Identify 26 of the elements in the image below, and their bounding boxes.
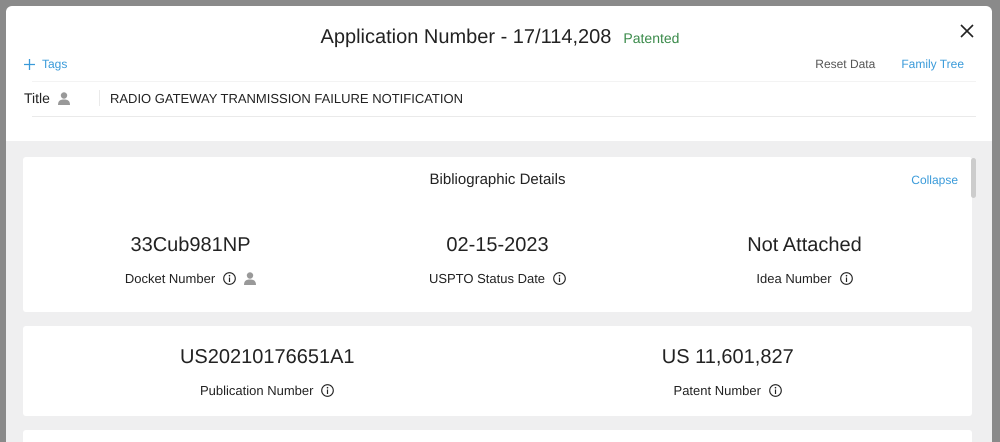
close-icon[interactable] <box>960 24 974 38</box>
info-icon[interactable] <box>553 272 566 285</box>
field-value: Not Attached <box>747 234 862 257</box>
title-value: RADIO GATEWAY TRANMISSION FAILURE NOTIFICATION <box>110 90 463 106</box>
dialog-title: Application Number - 17/114,208 <box>320 26 612 49</box>
field-label: Docket Number <box>124 271 216 286</box>
info-icon[interactable] <box>223 272 236 285</box>
section-heading: Bibliographic Details <box>430 171 566 188</box>
status-label: Patented <box>623 30 680 46</box>
field-label: Publication Number <box>200 383 314 398</box>
field-value: 02-15-2023 <box>446 234 549 257</box>
info-icon[interactable] <box>840 272 853 285</box>
action-link[interactable]: Family Tree <box>901 57 964 71</box>
field-value: US20210176651A1 <box>180 346 355 369</box>
info-icon[interactable] <box>321 384 334 397</box>
add-tags-link[interactable]: Tags <box>24 57 68 71</box>
field-label: USPTO Status Date <box>428 271 546 286</box>
field-value: 33Cub981NP <box>130 234 251 257</box>
plus-icon <box>24 58 35 70</box>
field-label: Title <box>24 90 50 106</box>
collapse-link[interactable]: Collapse <box>911 173 958 187</box>
action-link[interactable]: Reset Data <box>815 57 876 71</box>
field-label: Idea Number <box>756 271 832 286</box>
info-icon[interactable] <box>768 384 782 397</box>
field-value: US 11,601,827 <box>662 346 794 369</box>
field-label: Patent Number <box>674 383 761 398</box>
